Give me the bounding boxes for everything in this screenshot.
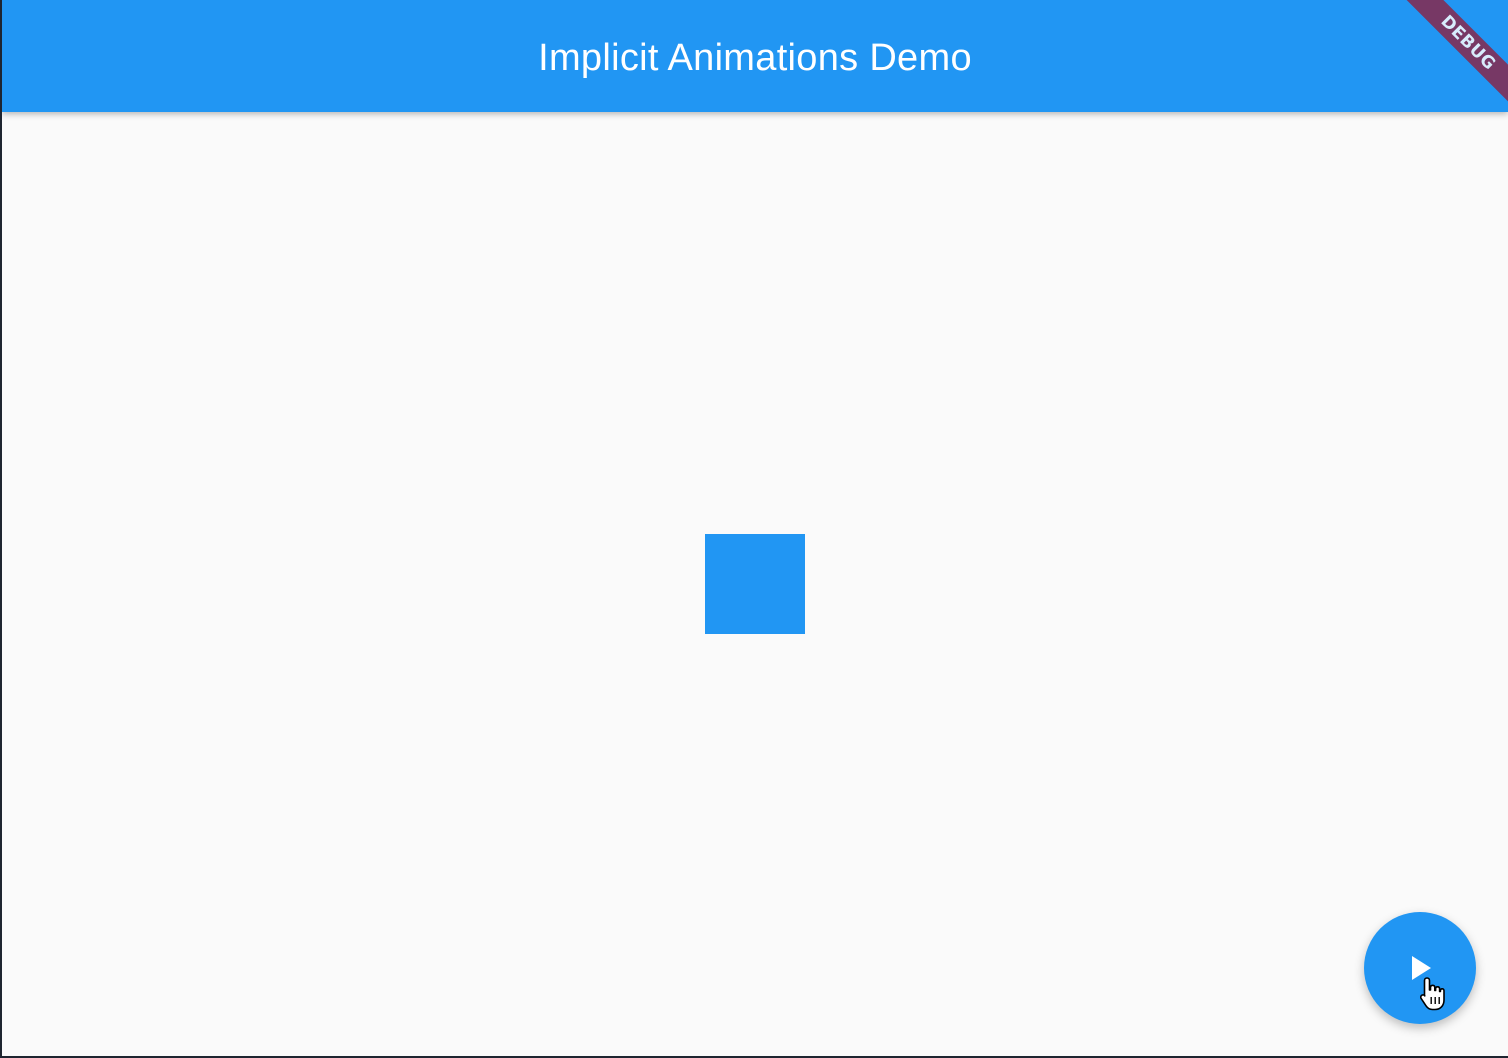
app-bar: Implicit Animations Demo <box>2 0 1508 112</box>
app-window: Implicit Animations Demo DEBUG <box>2 0 1508 1056</box>
body-area <box>2 112 1508 1056</box>
play-button[interactable] <box>1364 912 1476 1024</box>
animated-container <box>705 534 805 634</box>
app-bar-title: Implicit Animations Demo <box>538 37 972 79</box>
play-icon <box>1412 956 1431 980</box>
